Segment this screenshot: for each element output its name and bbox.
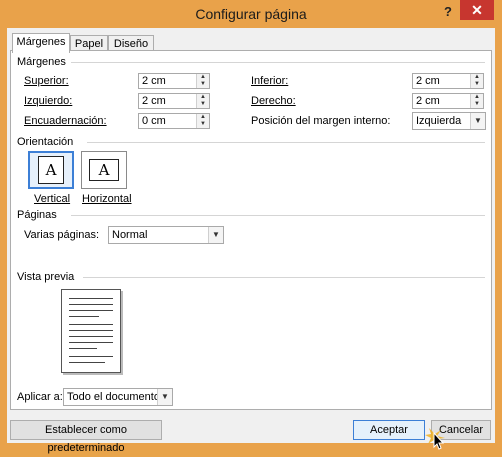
preview-line [69,324,113,325]
derecho-spinner[interactable]: 2 cm ▲ ▼ [412,93,484,109]
page-setup-dialog: Configurar página ? ✕ Márgenes Papel Dis… [0,0,502,454]
apply-to-label: Aplicar a: [17,391,63,403]
inferior-spinner[interactable]: 2 cm ▲ ▼ [412,73,484,89]
superior-spin-arrows: ▲ ▼ [196,74,209,88]
preview-line [69,330,113,331]
superior-spinner[interactable]: 2 cm ▲ ▼ [138,73,210,89]
dialog-title: Configurar página [195,6,307,22]
preview-separator [83,277,485,278]
encuadernacion-spin-arrows: ▲ ▼ [196,114,209,128]
spin-down-icon[interactable]: ▼ [471,101,483,108]
inferior-value: 2 cm [416,75,440,87]
superior-label: Superior: [24,75,69,87]
gutter-position-value: Izquierda [416,115,462,127]
encuadernacion-label-text: Encuadernación: [24,115,107,127]
superior-label-text: Superior: [24,75,69,87]
derecho-label-text: Derecho: [251,95,296,107]
izquierdo-label: Izquierdo: [24,95,72,107]
close-button[interactable]: ✕ [460,0,494,20]
multiple-pages-value: Normal [112,229,148,241]
preview-line [69,342,113,343]
preview-line [69,304,113,305]
preview-line [69,348,97,349]
encuadernacion-label: Encuadernación: [24,115,107,127]
tab-layout[interactable]: Diseño [108,35,154,51]
chevron-down-icon[interactable]: ▼ [157,389,172,405]
orientation-vertical-button[interactable]: A [28,151,74,189]
margins-separator [71,62,485,63]
preview-line [69,356,113,357]
tab-paper[interactable]: Papel [70,35,108,51]
pages-separator [71,215,485,216]
preview-line [69,310,113,311]
spin-down-icon[interactable]: ▼ [197,121,209,128]
gutter-position-select[interactable]: Izquierda ▼ [412,112,486,130]
izquierdo-spinner[interactable]: 2 cm ▲ ▼ [138,93,210,109]
apply-to-select[interactable]: Todo el documento ▼ [63,388,173,406]
orientation-group-label: Orientación [17,136,74,148]
orientation-horizontal-button[interactable]: A [81,151,127,189]
horizontal-label: Horizontal [82,193,132,205]
apply-to-value: Todo el documento [67,391,160,403]
izquierdo-label-text: Izquierdo: [24,95,73,107]
preview-line [69,362,105,363]
izquierdo-spin-arrows: ▲ ▼ [196,94,209,108]
tab-margins[interactable]: Márgenes [12,33,70,53]
preview-line [69,316,99,317]
margins-panel: Márgenes Superior: 2 cm ▲ ▼ Inferior: 2 … [10,50,492,410]
spin-down-icon[interactable]: ▼ [197,81,209,88]
preview-group-label: Vista previa [17,271,75,283]
izquierdo-value: 2 cm [142,95,166,107]
margins-group-label: Márgenes [17,56,66,68]
vertical-label: Vertical [34,193,70,205]
landscape-page-icon: A [89,159,119,181]
preview-line [69,336,113,337]
inferior-label-text: Inferior: [251,75,289,87]
page-preview [61,289,121,373]
derecho-label: Derecho: [251,95,296,107]
encuadernacion-value: 0 cm [142,115,166,127]
posicion-label: Posición del margen interno: [251,115,391,127]
spin-down-icon[interactable]: ▼ [471,81,483,88]
horizontal-label-text: Horizontal [82,193,132,205]
chevron-down-icon[interactable]: ▼ [470,113,485,129]
set-as-default-button[interactable]: Establecer como predeterminado [10,420,162,454]
pages-group-label: Páginas [17,209,57,221]
orientation-separator [87,142,485,143]
inferior-label: Inferior: [251,75,288,87]
vertical-label-text: Vertical [34,193,71,205]
inferior-spin-arrows: ▲ ▼ [470,74,483,88]
multiple-pages-label: Varias páginas: [24,229,100,241]
ok-button[interactable]: Aceptar [353,420,425,440]
encuadernacion-spinner[interactable]: 0 cm ▲ ▼ [138,113,210,129]
title-bar: Configurar página ? ✕ [0,0,502,28]
chevron-down-icon[interactable]: ▼ [208,227,223,243]
mouse-pointer-icon [425,428,445,450]
spin-down-icon[interactable]: ▼ [197,101,209,108]
superior-value: 2 cm [142,75,166,87]
derecho-spin-arrows: ▲ ▼ [470,94,483,108]
preview-line [69,298,113,299]
derecho-value: 2 cm [416,95,440,107]
multiple-pages-select[interactable]: Normal ▼ [108,226,224,244]
dialog-body: Márgenes Papel Diseño Márgenes Superior:… [7,28,495,454]
help-button[interactable]: ? [438,2,458,22]
portrait-page-icon: A [38,156,64,184]
